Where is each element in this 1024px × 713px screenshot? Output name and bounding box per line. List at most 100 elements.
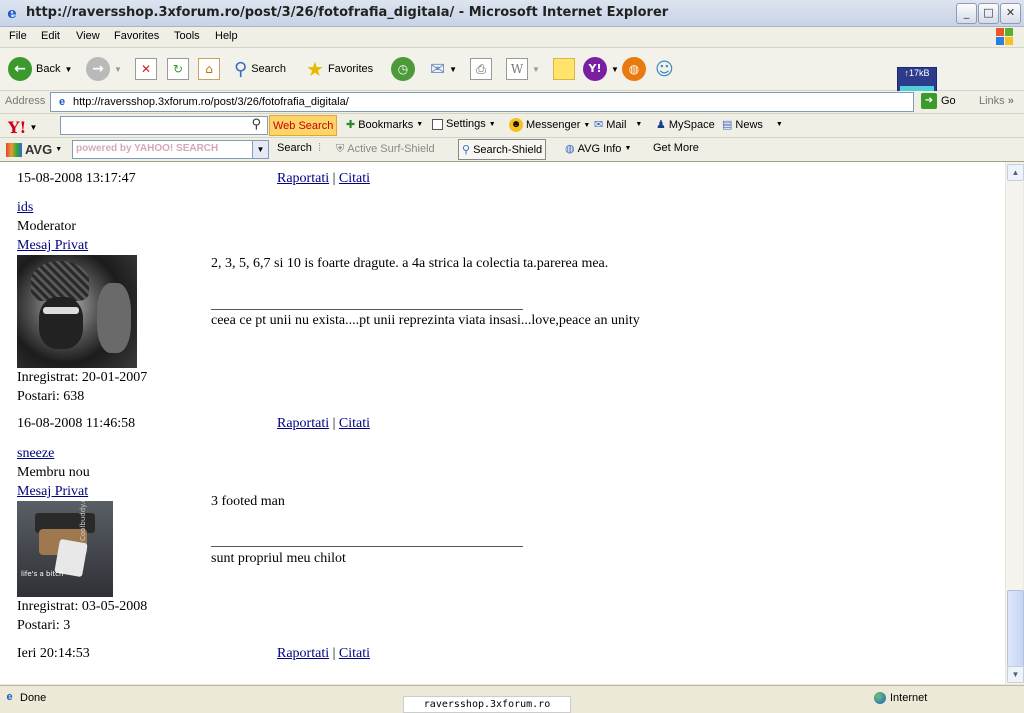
yahoo-toolbar: Y! ▼ ⚲ Web Search ✚ Bookmarks ▼ Settings…	[0, 114, 1024, 138]
bookmarks-button[interactable]: ✚ Bookmarks ▼	[346, 118, 423, 131]
page-content: 15-08-2008 13:17:47 Raportati | Citati i…	[0, 162, 1005, 684]
vertical-scrollbar[interactable]: ▲ ▼	[1005, 162, 1024, 684]
search-shield-icon: ⚲	[462, 143, 471, 156]
edit-button[interactable]: W ▼	[506, 57, 540, 81]
minimize-button[interactable]: _	[956, 3, 977, 24]
chevron-down-icon: ▼	[1011, 670, 1020, 679]
report-link[interactable]: Raportati	[277, 171, 329, 186]
get-more-label: Get More	[653, 142, 699, 154]
stop-button[interactable]: ✕	[135, 57, 157, 81]
favorites-button[interactable]: ★ Favorites	[306, 57, 373, 81]
avatar-image	[17, 255, 137, 368]
signature-divider	[211, 546, 523, 547]
private-message-link[interactable]: Mesaj Privat	[17, 238, 88, 254]
yahoo-button[interactable]: Y! ▼	[583, 57, 619, 81]
myspace-button[interactable]: ♟ MySpace	[656, 118, 715, 131]
yahoo-logo-icon: Y!	[8, 118, 27, 137]
avg-menu-button[interactable]: AVG ▼	[6, 142, 62, 157]
home-button[interactable]: ⌂	[198, 57, 220, 81]
post-count: Postari: 638	[17, 389, 85, 404]
get-more-button[interactable]: Get More	[653, 142, 699, 154]
mail-button[interactable]: ✉ ▼	[430, 57, 457, 81]
avg-shield-button[interactable]: ◍	[622, 57, 646, 81]
yahoo-menu-button[interactable]: Y! ▼	[8, 118, 37, 137]
print-button[interactable]: ⎙	[470, 57, 492, 81]
avatar-image: life's a bitch Coolbuddy.com	[17, 501, 113, 597]
menu-file[interactable]: File	[9, 30, 27, 42]
avg-search-dropdown[interactable]: ▼	[252, 140, 269, 159]
post-signature: sunt propriul meu chilot	[211, 551, 346, 566]
chevron-down-icon: ▼	[416, 121, 424, 128]
toolbar-separator: ⁞	[318, 142, 322, 154]
menu-favorites[interactable]: Favorites	[114, 30, 159, 42]
history-button[interactable]: ◷	[391, 57, 415, 81]
title-bar: e http://raversshop.3xforum.ro/post/3/26…	[0, 0, 1024, 27]
address-label: Address	[5, 95, 46, 107]
star-icon: ★	[306, 57, 324, 81]
address-bar: Address e http://raversshop.3xforum.ro/po…	[0, 91, 1024, 114]
note-icon	[553, 58, 575, 80]
avg-search-input[interactable]: powered by YAHOO! SEARCH	[72, 140, 254, 159]
scroll-down-button[interactable]: ▼	[1007, 666, 1024, 683]
messenger-label: Messenger	[526, 119, 581, 131]
search-shield-label: Search-Shield	[473, 143, 543, 156]
post-timestamp: Ieri 20:14:53	[17, 646, 90, 661]
menu-tools[interactable]: Tools	[174, 30, 200, 42]
news-label: News	[735, 118, 763, 131]
post-author-link[interactable]: ids	[17, 200, 33, 216]
go-button[interactable]: ➜ Go	[921, 93, 956, 109]
back-button[interactable]: ← Back ▼	[8, 57, 72, 81]
news-button[interactable]: ▤ News ▼	[722, 118, 783, 131]
post-actions: Raportati | Citati	[277, 171, 370, 187]
back-label: Back	[36, 63, 61, 75]
maximize-button[interactable]: □	[978, 3, 999, 24]
post-timestamp: 16-08-2008 11:46:58	[17, 416, 136, 431]
avg-info-button[interactable]: ◍ AVG Info ▼	[565, 142, 631, 155]
go-label: Go	[941, 95, 956, 107]
private-message-link[interactable]: Mesaj Privat	[17, 484, 88, 500]
report-link[interactable]: Raportati	[277, 646, 329, 661]
standard-toolbar: ← Back ▼ → ▼ ✕ ↻ ⌂ ⚲ Search ★ Favorites …	[0, 48, 1024, 91]
chevron-down-icon: ▼	[611, 64, 619, 74]
scroll-thumb[interactable]	[1007, 590, 1024, 667]
settings-button[interactable]: Settings ▼	[432, 118, 496, 130]
messenger-button[interactable]: ☻ Messenger ▼	[509, 118, 590, 132]
search-button[interactable]: ⚲ Search	[234, 57, 286, 81]
mail-button[interactable]: ✉ Mail ▼	[594, 118, 642, 131]
quote-link[interactable]: Citati	[339, 171, 370, 186]
post-author-link[interactable]: sneeze	[17, 446, 54, 462]
links-button[interactable]: Links »	[979, 95, 1014, 107]
myspace-people-icon: ♟	[656, 118, 666, 131]
search-icon: ⚲	[234, 58, 248, 80]
notes-button[interactable]	[553, 57, 575, 81]
quote-link[interactable]: Citati	[339, 416, 370, 431]
bookmark-icon: ✚	[346, 118, 356, 131]
address-url: http://raversshop.3xforum.ro/post/3/26/f…	[73, 96, 349, 108]
close-button[interactable]: ✕	[1000, 3, 1021, 24]
menu-view[interactable]: View	[76, 30, 100, 42]
settings-label: Settings	[446, 118, 486, 130]
report-link[interactable]: Raportati	[277, 416, 329, 431]
active-surf-shield-button[interactable]: ⛨ Active Surf-Shield	[336, 142, 435, 156]
web-search-button[interactable]: Web Search	[269, 115, 338, 136]
post-timestamp: 15-08-2008 13:17:47	[17, 171, 136, 186]
menu-help[interactable]: Help	[215, 30, 238, 42]
scroll-up-button[interactable]: ▲	[1007, 164, 1024, 181]
avatar-watermark: Coolbuddy.com	[79, 501, 87, 541]
avatar-second-person	[97, 283, 131, 353]
quote-link[interactable]: Citati	[339, 646, 370, 661]
registered-date: Inregistrat: 20-01-2007	[17, 370, 148, 385]
mail-label: Mail	[606, 118, 627, 131]
post-author-role: Moderator	[17, 219, 77, 234]
network-meter-text: ↑17kB	[904, 68, 930, 78]
security-zone: Internet	[874, 692, 927, 704]
smiley-icon: ☻	[509, 118, 523, 132]
avg-search-button[interactable]: Search	[277, 142, 312, 154]
forward-button[interactable]: → ▼	[86, 57, 122, 81]
refresh-button[interactable]: ↻	[167, 57, 189, 81]
yahoo-search-input[interactable]: ⚲	[60, 116, 268, 135]
messenger-button[interactable]: ☺	[655, 57, 674, 81]
search-shield-button[interactable]: ⚲ Search-Shield	[458, 139, 547, 160]
menu-edit[interactable]: Edit	[41, 30, 60, 42]
address-input[interactable]: e http://raversshop.3xforum.ro/post/3/26/…	[50, 92, 914, 112]
